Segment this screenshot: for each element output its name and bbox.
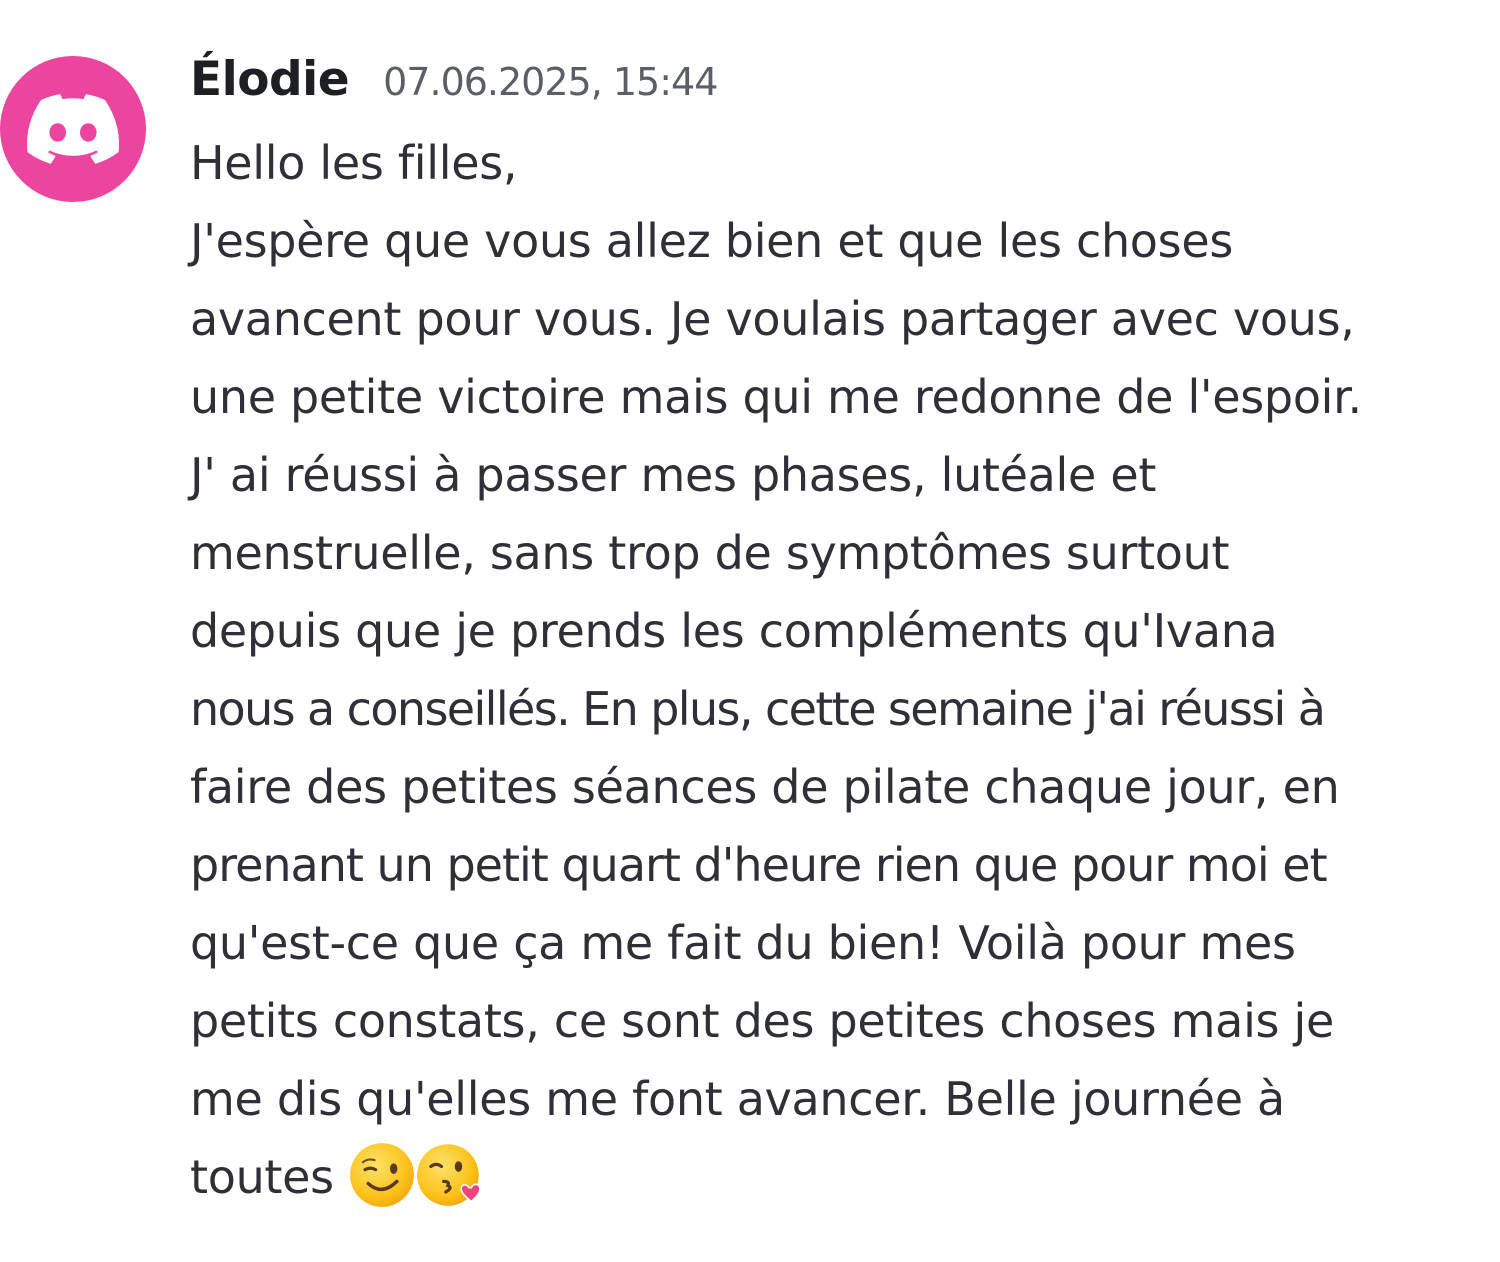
discord-logo-icon bbox=[27, 94, 119, 164]
winking-face-icon[interactable] bbox=[348, 1141, 416, 1209]
message-line: Hello les filles, bbox=[190, 136, 518, 190]
message-line: me dis qu'elles me font avancer. Belle j… bbox=[190, 1072, 1285, 1126]
message-body: Hello les filles, J'espère que vous alle… bbox=[190, 124, 1495, 1216]
message-line: J'espère que vous allez bien et que les … bbox=[190, 214, 1233, 268]
message-line: menstruelle, sans trop de symptômes surt… bbox=[190, 526, 1230, 580]
username[interactable]: Élodie bbox=[190, 52, 350, 107]
message-line: depuis que je prends les compléments qu'… bbox=[190, 604, 1278, 658]
message-header: Élodie 07.06.2025, 15:44 bbox=[190, 52, 718, 107]
message-line: toutes bbox=[190, 1150, 334, 1204]
timestamp[interactable]: 07.06.2025, 15:44 bbox=[383, 60, 718, 104]
message-line: J' ai réussi à passer mes phases, lutéal… bbox=[190, 448, 1157, 502]
message-last-line: toutes bbox=[190, 1138, 1495, 1216]
face-blowing-kiss-icon[interactable] bbox=[416, 1141, 484, 1209]
message-line: nous a conseillés. En plus, cette semain… bbox=[190, 682, 1326, 736]
message-line: avancent pour vous. Je voulais partager … bbox=[190, 292, 1355, 346]
avatar[interactable] bbox=[0, 56, 146, 202]
message-line: qu'est-ce que ça me fait du bien! Voilà … bbox=[190, 916, 1296, 970]
message-line: petits constats, ce sont des petites cho… bbox=[190, 994, 1335, 1048]
message-line: une petite victoire mais qui me redonne … bbox=[190, 370, 1362, 424]
message-line: prenant un petit quart d'heure rien que … bbox=[190, 838, 1328, 892]
message-line: faire des petites séances de pilate chaq… bbox=[190, 760, 1340, 814]
